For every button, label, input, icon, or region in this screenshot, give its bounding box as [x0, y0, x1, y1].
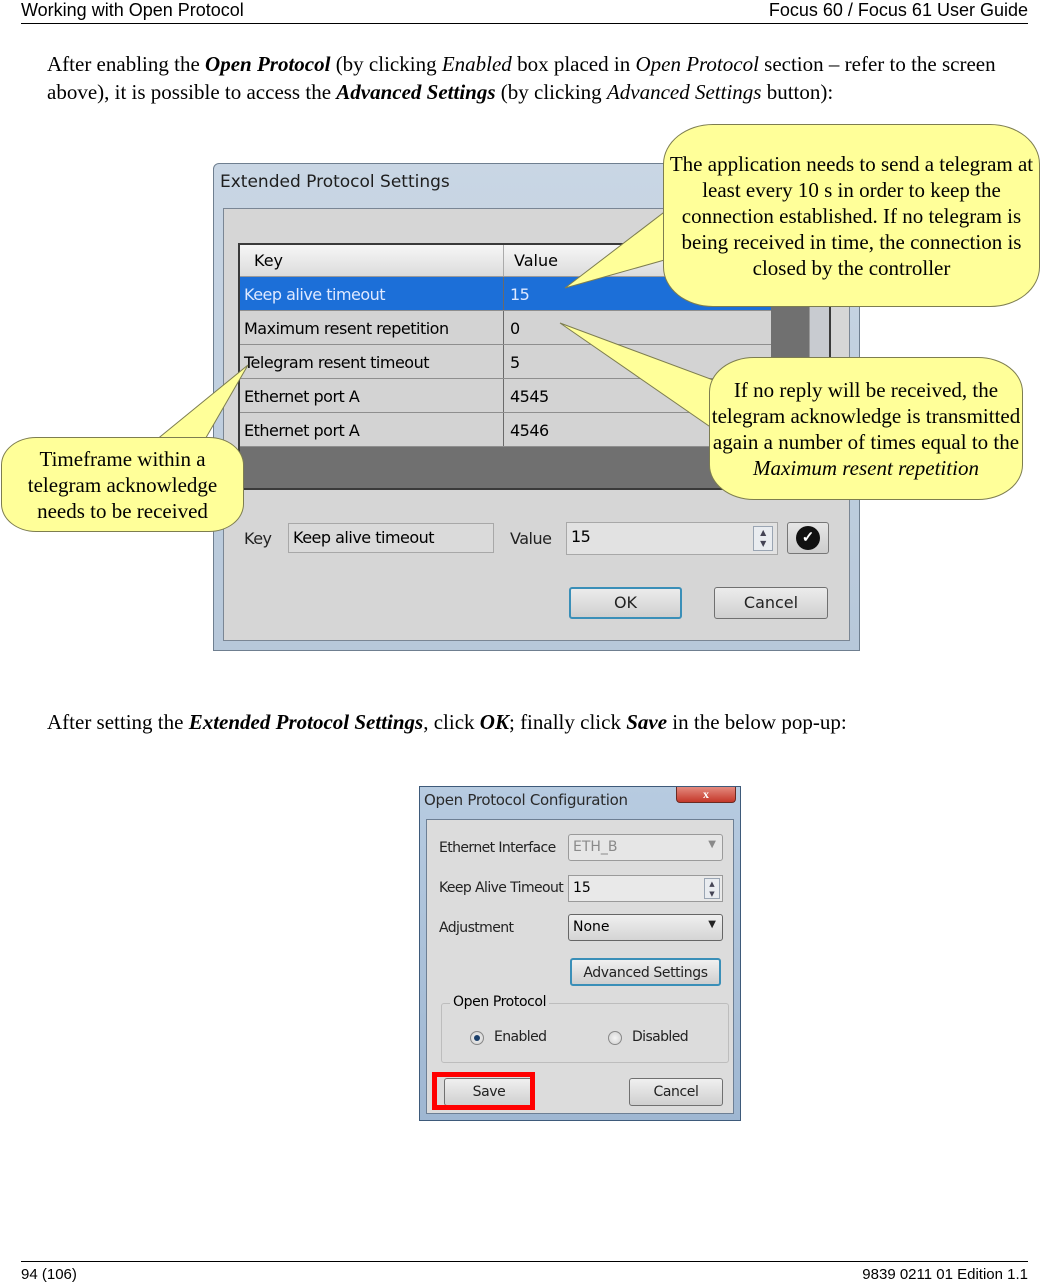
row-key: Ethernet port A [240, 413, 504, 446]
key-label: Key [244, 529, 272, 548]
cancel-button[interactable]: Cancel [714, 587, 828, 619]
table-row[interactable]: Maximum resent repetition 0 [240, 311, 771, 345]
row-value: 15 [510, 285, 530, 304]
value-stepper[interactable]: 15 ▲ ▼ [566, 522, 778, 555]
save-highlight-box [432, 1072, 535, 1110]
column-header-value[interactable]: Value [504, 245, 558, 276]
callout-text: If no reply will be received, the telegr… [710, 377, 1022, 481]
chevron-down-icon: ▼ [708, 919, 716, 930]
enabled-label[interactable]: Enabled [494, 1029, 547, 1045]
callout-text-emphasis: Maximum resent repetition [753, 455, 979, 480]
text: After setting the [47, 710, 189, 734]
key-field[interactable]: Keep alive timeout [288, 523, 494, 553]
spin-up-icon[interactable]: ▲ [709, 880, 714, 888]
checkmark-icon: ✓ [796, 526, 820, 550]
cancel-button[interactable]: Cancel [629, 1078, 723, 1106]
text: button): [761, 80, 834, 104]
page-number: 94 (106) [21, 1266, 77, 1283]
table-row[interactable]: Ethernet port A 4546 [240, 413, 771, 447]
callout-text: The application needs to send a telegram… [669, 151, 1034, 280]
spin-buttons[interactable]: ▲ ▼ [704, 878, 720, 899]
adjustment-select[interactable]: None ▼ [568, 914, 723, 941]
emphasis-open-protocol-section: Open Protocol [635, 52, 759, 76]
ok-button[interactable]: OK [569, 587, 682, 619]
column-header-key[interactable]: Key [240, 245, 504, 276]
ethernet-interface-value: ETH_B [573, 839, 618, 855]
text: in the below pop-up: [667, 710, 847, 734]
row-key: Ethernet port A [240, 379, 504, 412]
row-value: 4545 [510, 387, 549, 406]
intro-paragraph: After enabling the Open Protocol (by cli… [47, 50, 1028, 106]
emphasis-open-protocol: Open Protocol [205, 52, 331, 76]
keep-alive-timeout-label: Keep Alive Timeout [439, 880, 564, 896]
open-protocol-group: Open Protocol Enabled Disabled [441, 994, 729, 1063]
text: box placed in [511, 52, 636, 76]
row-value: 5 [510, 353, 520, 372]
table-row[interactable]: Ethernet port A 4545 [240, 379, 771, 413]
text: ; finally click [508, 710, 627, 734]
keep-alive-timeout-value: 15 [573, 880, 591, 896]
adjustment-value: None [573, 919, 610, 935]
ethernet-interface-select[interactable]: ETH_B ▼ [568, 834, 723, 861]
dialog-title: Open Protocol Configuration [424, 791, 628, 809]
value-label: Value [510, 529, 552, 548]
disabled-label[interactable]: Disabled [632, 1029, 689, 1045]
row-value: 0 [510, 319, 520, 338]
ethernet-interface-label: Ethernet Interface [439, 840, 556, 856]
dialog-title: Extended Protocol Settings [220, 172, 450, 192]
emphasis-advanced-settings-button: Advanced Settings [606, 80, 762, 104]
close-button[interactable]: x [676, 787, 736, 803]
dialog-body: Ethernet Interface ETH_B ▼ Keep Alive Ti… [426, 819, 734, 1114]
page-header: Working with Open Protocol Focus 60 / Fo… [21, 0, 1028, 24]
spin-down-icon[interactable]: ▼ [760, 539, 766, 548]
emphasis-ok: OK [479, 710, 509, 734]
header-section-title: Working with Open Protocol [21, 0, 244, 20]
open-protocol-configuration-dialog: Open Protocol Configuration x Ethernet I… [419, 786, 741, 1121]
enabled-radio[interactable] [470, 1031, 484, 1045]
emphasis-save: Save [626, 710, 668, 734]
emphasis-enabled: Enabled [441, 52, 512, 76]
value-text: 15 [571, 527, 591, 546]
spin-buttons[interactable]: ▲ ▼ [753, 526, 773, 551]
table-row[interactable]: Telegram resent timeout 5 [240, 345, 771, 379]
disabled-radio[interactable] [608, 1031, 622, 1045]
keep-alive-callout: The application needs to send a telegram… [663, 124, 1040, 307]
text: , click [423, 710, 480, 734]
telegram-timeout-callout: Timeframe within a telegram acknowledge … [1, 437, 244, 532]
row-key: Maximum resent repetition [240, 311, 504, 344]
spin-up-icon[interactable]: ▲ [760, 528, 766, 537]
group-label: Open Protocol [450, 994, 550, 1010]
text: (by clicking [495, 80, 607, 104]
callout-text: Timeframe within a telegram acknowledge … [27, 446, 218, 523]
adjustment-label: Adjustment [439, 920, 514, 936]
advanced-settings-button[interactable]: Advanced Settings [570, 958, 721, 986]
keep-alive-timeout-stepper[interactable]: 15 ▲ ▼ [568, 875, 723, 902]
emphasis-advanced-settings: Advanced Settings [336, 80, 496, 104]
callout-text-plain: If no reply will be received, the telegr… [711, 377, 1021, 454]
instruction-paragraph: After setting the Extended Protocol Sett… [47, 708, 1028, 736]
row-key: Telegram resent timeout [240, 345, 504, 378]
chevron-down-icon: ▼ [708, 839, 716, 850]
text: (by clicking [330, 52, 442, 76]
max-resent-callout: If no reply will be received, the telegr… [709, 357, 1023, 500]
spin-down-icon[interactable]: ▼ [709, 890, 714, 898]
header-document-title: Focus 60 / Focus 61 User Guide [768, 0, 1028, 20]
close-icon: x [703, 787, 709, 801]
row-value: 4546 [510, 421, 549, 440]
row-key: Keep alive timeout [240, 277, 504, 310]
document-edition: 9839 0211 01 Edition 1.1 [862, 1266, 1028, 1283]
emphasis-extended-protocol-settings: Extended Protocol Settings [188, 710, 424, 734]
text: After enabling the [47, 52, 206, 76]
page-footer: 94 (106) 9839 0211 01 Edition 1.1 [21, 1261, 1028, 1283]
apply-button[interactable]: ✓ [787, 522, 829, 554]
